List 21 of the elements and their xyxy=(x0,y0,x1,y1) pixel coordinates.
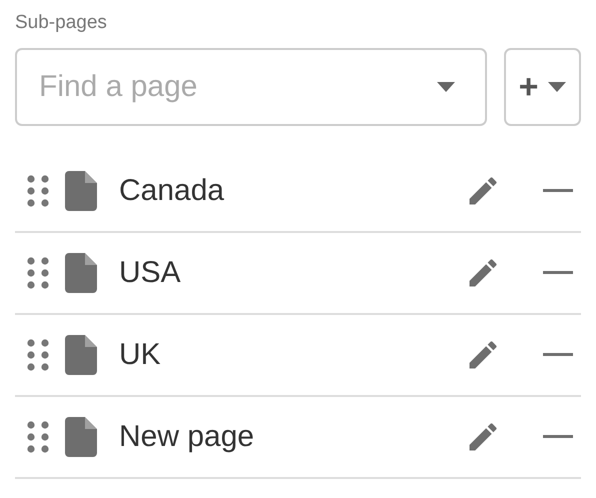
page-title[interactable]: UK xyxy=(119,338,465,372)
caret-icon xyxy=(548,82,566,92)
page-title[interactable]: New page xyxy=(119,420,465,454)
drag-handle-icon[interactable] xyxy=(27,339,49,371)
page-title[interactable]: USA xyxy=(119,256,465,290)
drag-handle-icon[interactable] xyxy=(27,175,49,207)
section-label: Sub-pages xyxy=(15,12,107,34)
remove-icon[interactable] xyxy=(543,271,573,275)
document-icon xyxy=(65,335,97,375)
caret-icon xyxy=(437,82,455,92)
page-title[interactable]: Canada xyxy=(119,174,465,208)
drag-handle-icon[interactable] xyxy=(27,421,49,453)
document-icon xyxy=(65,417,97,457)
remove-icon[interactable] xyxy=(543,435,573,439)
document-icon xyxy=(65,171,97,211)
remove-icon[interactable] xyxy=(543,353,573,357)
drag-handle-icon[interactable] xyxy=(27,257,49,289)
search-field[interactable]: Find a page xyxy=(15,48,487,126)
add-button[interactable]: + xyxy=(504,48,581,126)
document-icon xyxy=(65,253,97,293)
remove-icon[interactable] xyxy=(543,189,573,193)
